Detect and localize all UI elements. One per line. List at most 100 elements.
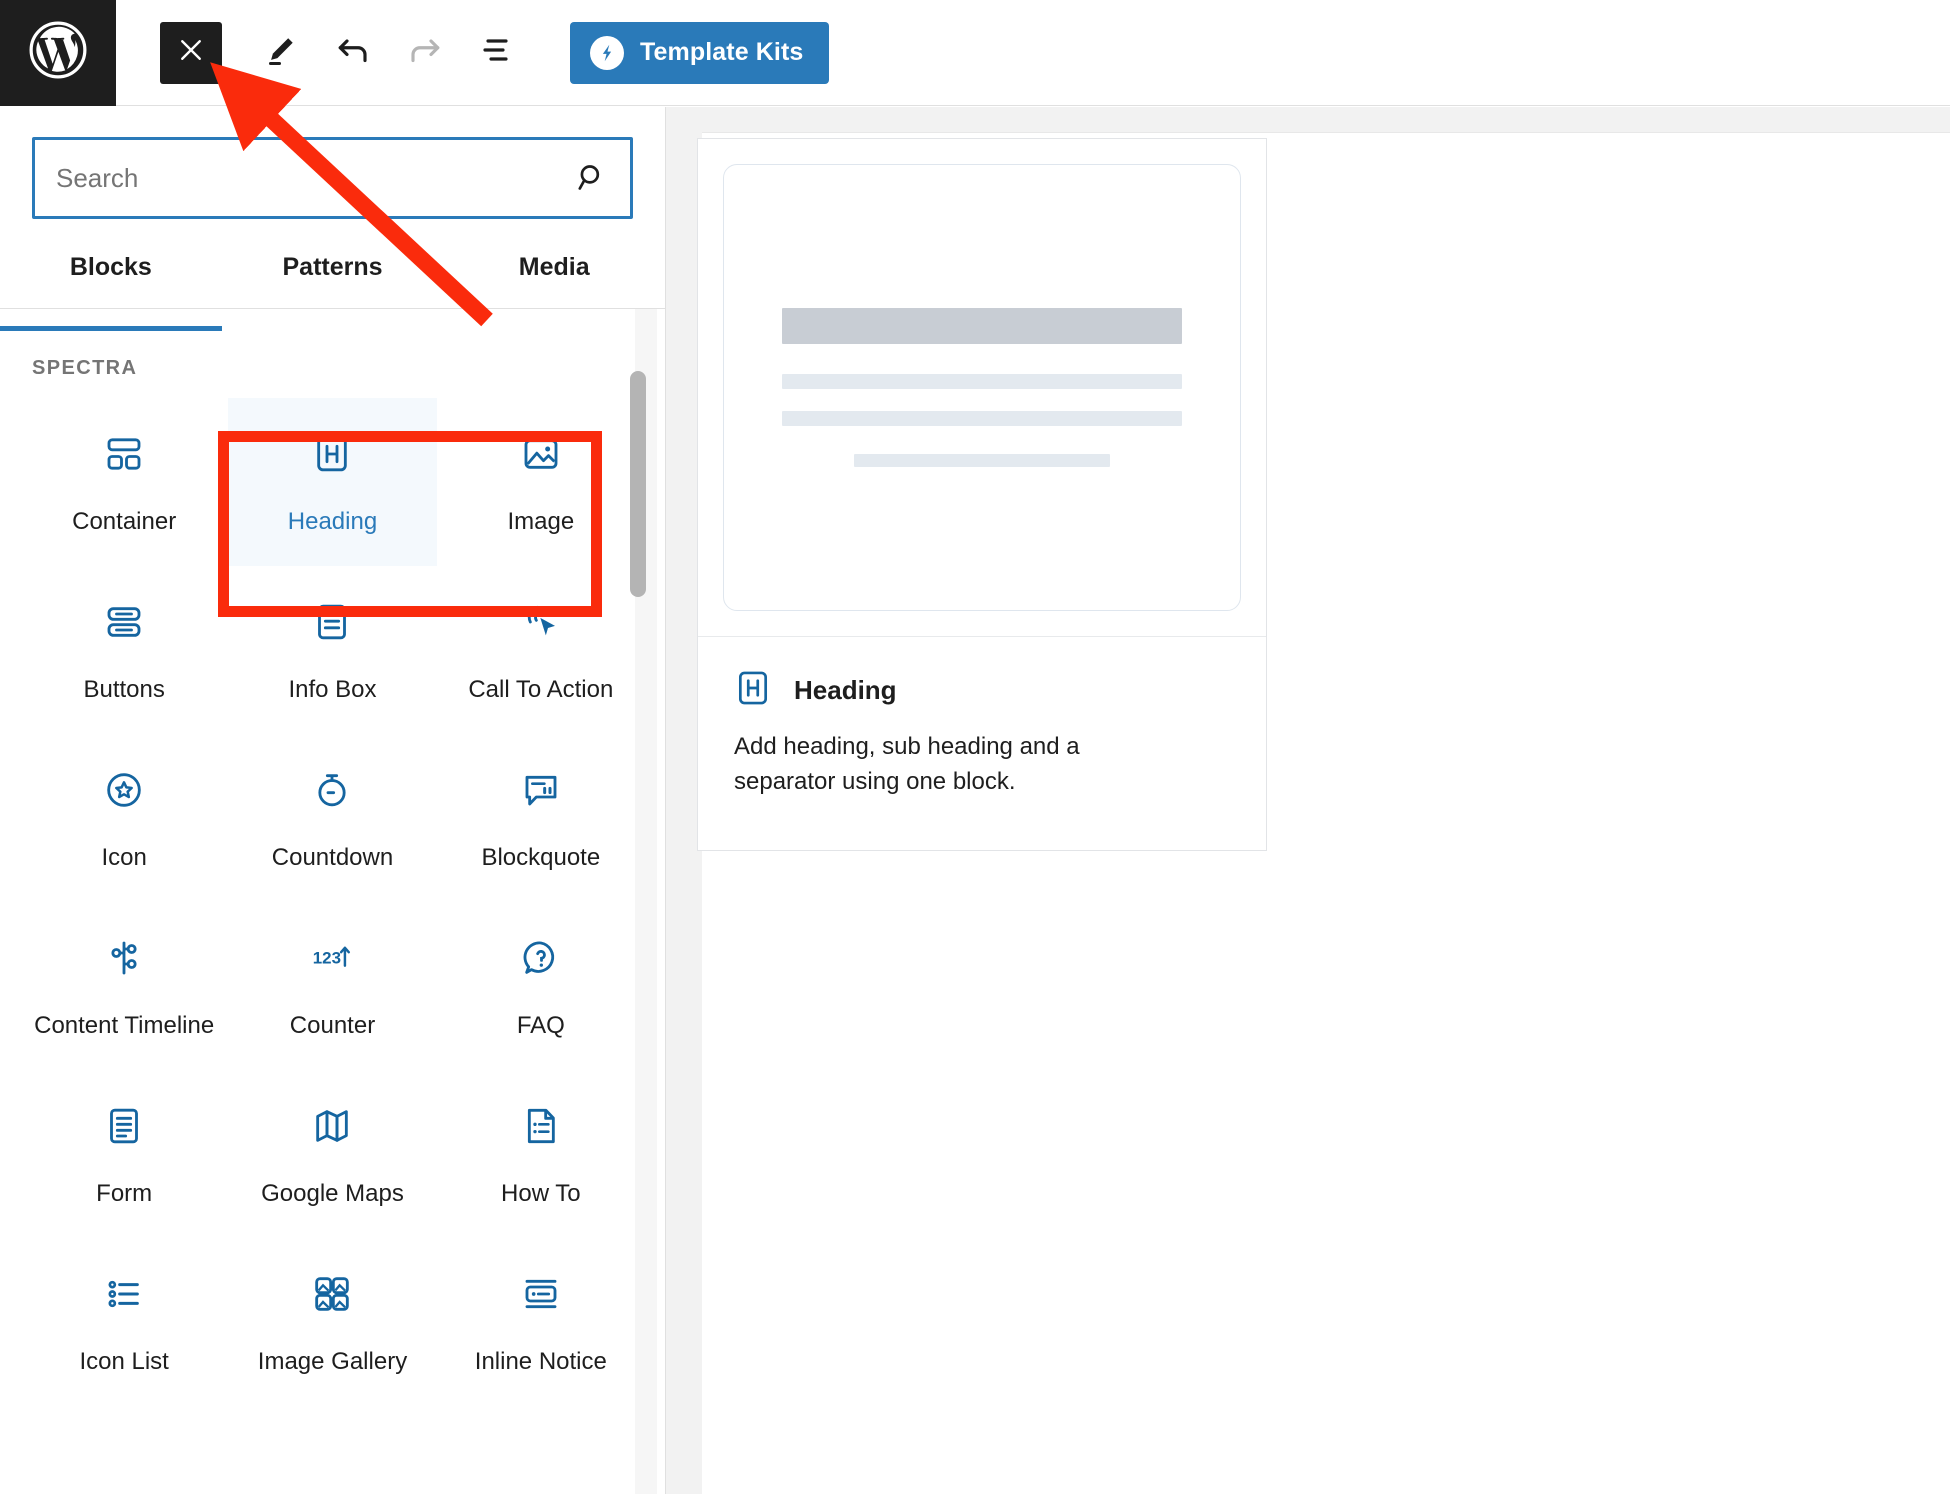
block-item-label: Info Box <box>288 676 377 703</box>
tab-blocks[interactable]: Blocks <box>0 247 222 331</box>
template-kits-button[interactable]: Template Kits <box>570 21 830 84</box>
block-item-label: Blockquote <box>481 844 601 871</box>
tab-media-label: Media <box>518 253 590 281</box>
block-preview-title: Heading <box>794 675 897 705</box>
block-item-icon-list[interactable]: Icon List <box>20 1238 228 1406</box>
tab-blocks-label: Blocks <box>69 253 152 281</box>
block-item-label: Content Timeline <box>34 1012 215 1039</box>
close-icon <box>176 35 206 70</box>
block-inserter-panel: Blocks Patterns Media SPECTRA Container H… <box>0 107 666 1494</box>
block-item-blockquote[interactable]: Blockquote <box>437 734 645 902</box>
search-input[interactable] <box>34 162 631 194</box>
image-gallery-icon <box>312 1266 352 1322</box>
template-kits-logo-icon <box>590 35 624 70</box>
counter-icon: 123 <box>312 930 352 986</box>
block-item-label: Form <box>96 1180 153 1207</box>
call-to-action-icon <box>521 594 561 650</box>
image-icon <box>521 426 561 482</box>
sidebar-scrollbar-track[interactable] <box>630 309 657 1494</box>
skeleton-separator-bar <box>854 454 1110 467</box>
block-item-inline-notice[interactable]: Inline Notice <box>437 1238 645 1406</box>
svg-text:123: 123 <box>313 948 341 967</box>
tab-patterns-label: Patterns <box>282 253 383 281</box>
block-item-label: Countdown <box>271 844 394 871</box>
heading-icon <box>734 669 772 712</box>
pencil-icon <box>263 32 299 73</box>
block-item-label: Inline Notice <box>474 1348 607 1375</box>
block-item-countdown[interactable]: Countdown <box>228 734 436 902</box>
block-item-container[interactable]: Container <box>20 398 228 566</box>
block-item-faq[interactable]: FAQ <box>437 902 645 1070</box>
block-item-call-to-action[interactable]: Call To Action <box>437 566 645 734</box>
heading-icon <box>312 426 352 482</box>
block-preview-info: Heading Add heading, sub heading and a s… <box>698 636 1266 830</box>
inline-notice-icon <box>521 1266 561 1322</box>
icon-star-icon <box>104 762 144 818</box>
block-item-form[interactable]: Form <box>20 1070 228 1238</box>
editor-top-bar: Template Kits <box>0 0 1950 106</box>
wordpress-logo-button[interactable] <box>0 0 116 106</box>
buttons-icon <box>104 594 144 650</box>
inserter-tabs: Blocks Patterns Media <box>0 247 665 331</box>
edit-tool-button[interactable] <box>252 24 310 82</box>
block-item-label: Counter <box>289 1012 376 1039</box>
form-icon <box>104 1098 144 1154</box>
block-item-label: How To <box>501 1180 581 1207</box>
block-list-scroll-area: SPECTRA Container Heading Image Buttons Info… <box>0 309 665 1494</box>
block-item-label: Image <box>507 508 575 535</box>
info-box-icon <box>312 594 352 650</box>
icon-list-icon <box>104 1266 144 1322</box>
block-item-counter[interactable]: 123 Counter <box>228 902 436 1070</box>
how-to-icon <box>521 1098 561 1154</box>
wp-block-editor-screen: Template Kits Blocks Patterns <box>0 0 1950 1494</box>
block-item-label: FAQ <box>516 1012 565 1039</box>
block-preview-visual <box>698 139 1266 636</box>
block-item-label: Image Gallery <box>257 1348 408 1375</box>
block-item-heading[interactable]: Heading <box>228 398 437 566</box>
editor-canvas: Heading Add heading, sub heading and a s… <box>666 107 1950 1494</box>
block-item-how-to[interactable]: How To <box>437 1070 645 1238</box>
redo-arrow-icon <box>407 32 443 73</box>
skeleton-heading-bar <box>782 308 1182 344</box>
template-kits-label: Template Kits <box>640 38 804 66</box>
block-grid: Container Heading Image Buttons Info Box Call… <box>0 398 665 1406</box>
block-item-content-timeline[interactable]: Content Timeline <box>20 902 228 1070</box>
search-icon <box>575 161 609 195</box>
block-item-label: Google Maps <box>261 1180 404 1207</box>
undo-arrow-icon <box>335 32 371 73</box>
undo-button[interactable] <box>324 24 382 82</box>
skeleton-subheading-line-1 <box>782 374 1182 389</box>
list-view-icon <box>479 32 515 73</box>
block-item-google-maps[interactable]: Google Maps <box>228 1070 436 1238</box>
block-item-label: Call To Action <box>468 676 614 703</box>
skeleton-subheading-line-2 <box>782 411 1182 426</box>
block-preview-description: Add heading, sub heading and a separator… <box>734 733 1080 795</box>
block-item-info-box[interactable]: Info Box <box>228 566 436 734</box>
google-maps-icon <box>312 1098 352 1154</box>
list-view-button[interactable] <box>468 24 526 82</box>
tab-patterns[interactable]: Patterns <box>222 247 444 308</box>
faq-icon <box>521 930 561 986</box>
sidebar-scrollbar-thumb[interactable] <box>630 371 646 597</box>
block-item-label: Container <box>72 508 177 535</box>
countdown-icon <box>312 762 352 818</box>
block-preview-card: Heading Add heading, sub heading and a s… <box>697 138 1267 851</box>
search-section <box>0 107 665 219</box>
block-item-icon[interactable]: Icon <box>20 734 228 902</box>
block-item-label: Buttons <box>83 676 165 703</box>
tab-media[interactable]: Media <box>443 247 665 308</box>
close-block-inserter-button[interactable] <box>160 21 222 84</box>
heading-skeleton <box>723 164 1241 611</box>
block-item-image[interactable]: Image <box>437 398 645 566</box>
wordpress-logo-icon <box>27 19 89 86</box>
block-preview-header: Heading <box>734 669 1230 712</box>
block-item-label: Icon List <box>79 1348 169 1375</box>
canvas-top-band <box>702 107 1950 133</box>
block-item-label: Icon <box>101 844 147 871</box>
category-heading: SPECTRA <box>32 357 138 379</box>
block-item-image-gallery[interactable]: Image Gallery <box>228 1238 436 1406</box>
redo-button[interactable] <box>396 24 454 82</box>
search-box[interactable] <box>32 137 633 219</box>
content-timeline-icon <box>104 930 144 986</box>
block-item-buttons[interactable]: Buttons <box>20 566 228 734</box>
